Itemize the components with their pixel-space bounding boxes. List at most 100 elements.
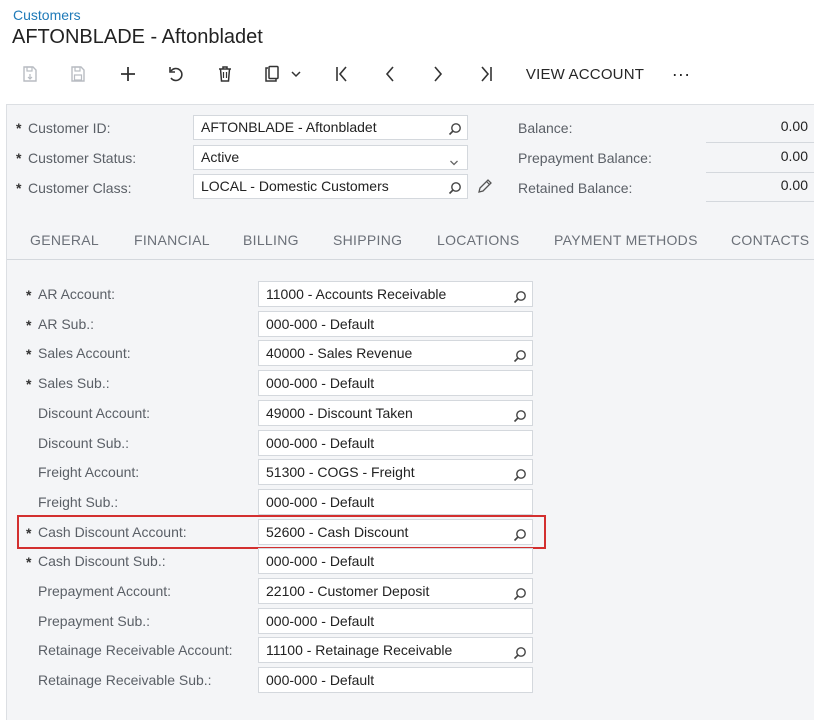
search-icon[interactable] [448,120,462,139]
retainage-receivable-account-value: 11100 - Retainage Receivable [266,642,453,658]
toolbar: VIEW ACCOUNT ··· [12,58,802,90]
cash-discount-sub-value: 000-000 - Default [266,553,375,569]
first-record-button[interactable] [330,58,354,90]
required-marker: * [26,317,32,333]
discount-account-value: 49000 - Discount Taken [266,405,413,421]
search-icon[interactable] [513,465,527,484]
tab-shipping[interactable]: SHIPPING [333,232,402,248]
tab-billing[interactable]: BILLING [243,232,299,248]
prepayment-sub-label: Prepayment Sub.: [38,613,151,629]
required-marker: * [26,376,32,392]
plus-icon [121,67,135,81]
delete-button[interactable] [213,58,237,90]
required-marker: * [16,120,22,136]
discount-sub-label: Discount Sub.: [38,435,130,451]
edit-pencil-icon[interactable] [477,178,493,199]
required-marker: * [26,346,32,362]
undo-icon [169,67,183,82]
sales-account-field[interactable]: 40000 - Sales Revenue [258,340,533,366]
chevron-right-icon [434,66,443,82]
search-icon[interactable] [513,287,527,306]
save-close-button[interactable] [18,58,42,90]
save-button[interactable] [66,58,90,90]
undo-button[interactable] [164,58,188,90]
prepayment-sub-field[interactable]: 000-000 - Default [258,608,533,634]
retained-balance-label: Retained Balance: [518,180,633,196]
more-button[interactable]: ··· [668,58,694,90]
ar-sub-value: 000-000 - Default [266,316,375,332]
freight-account-label: Freight Account: [38,464,140,480]
cash-discount-account-field[interactable]: 52600 - Cash Discount [258,519,533,545]
required-marker: * [16,180,22,196]
save-close-icon [23,66,37,82]
previous-record-button[interactable] [378,58,402,90]
ar-account-field[interactable]: 11000 - Accounts Receivable [258,281,533,307]
freight-sub-field[interactable]: 000-000 - Default [258,489,533,515]
tab-general[interactable]: GENERAL [30,232,99,248]
page-title: AFTONBLADE - Aftonbladet [12,26,263,48]
tab-locations[interactable]: LOCATIONS [437,232,520,248]
search-icon[interactable] [513,525,527,544]
clipboard-button[interactable] [260,58,284,90]
tab-financial[interactable]: FINANCIAL [134,232,210,248]
required-marker: * [16,150,22,166]
customer-status-select[interactable]: Active [193,145,468,170]
prepayment-balance-value: 0.00 [706,145,814,173]
last-record-button[interactable] [474,58,498,90]
trash-icon [219,66,231,82]
prepayment-account-field[interactable]: 22100 - Customer Deposit [258,578,533,604]
ar-account-value: 11000 - Accounts Receivable [266,286,447,302]
cash-discount-sub-field[interactable]: 000-000 - Default [258,548,533,574]
retainage-receivable-account-field[interactable]: 11100 - Retainage Receivable [258,637,533,663]
last-icon [481,66,492,82]
sales-sub-field[interactable]: 000-000 - Default [258,370,533,396]
search-icon[interactable] [448,179,462,198]
retained-balance-value: 0.00 [706,174,814,202]
customer-id-field[interactable]: AFTONBLADE - Aftonbladet [193,115,468,140]
customer-class-field[interactable]: LOCAL - Domestic Customers [193,174,468,199]
discount-account-label: Discount Account: [38,405,151,421]
retainage-receivable-sub-label: Retainage Receivable Sub.: [38,672,212,688]
tab-contacts[interactable]: CONTACTS [731,232,809,248]
balance-value: 0.00 [706,115,814,143]
prepayment-balance-label: Prepayment Balance: [518,150,652,166]
required-marker: * [26,287,32,303]
retainage-receivable-sub-value: 000-000 - Default [266,672,375,688]
add-button[interactable] [116,58,140,90]
freight-sub-value: 000-000 - Default [266,494,375,510]
ar-sub-field[interactable]: 000-000 - Default [258,311,533,337]
view-account-button[interactable]: VIEW ACCOUNT [524,58,646,90]
chevron-down-icon[interactable] [449,152,459,169]
sales-sub-label: Sales Sub.: [38,375,110,391]
next-record-button[interactable] [426,58,450,90]
customer-id-value: AFTONBLADE - Aftonbladet [201,119,377,135]
balance-label: Balance: [518,120,573,136]
cash-discount-account-value: 52600 - Cash Discount [266,524,409,540]
required-marker: * [26,525,32,541]
search-icon[interactable] [513,406,527,425]
ar-sub-label: AR Sub.: [38,316,95,332]
freight-account-field[interactable]: 51300 - COGS - Freight [258,459,533,485]
discount-account-field[interactable]: 49000 - Discount Taken [258,400,533,426]
cash-discount-account-label: Cash Discount Account: [38,524,187,540]
customer-id-label: Customer ID: [28,120,111,136]
sales-account-label: Sales Account: [38,345,131,361]
retainage-receivable-sub-field[interactable]: 000-000 - Default [258,667,533,693]
sales-sub-value: 000-000 - Default [266,375,375,391]
save-icon [71,66,85,82]
tab-bar: GENERAL FINANCIAL BILLING SHIPPING LOCAT… [7,222,814,260]
breadcrumb[interactable]: Customers [13,7,81,23]
search-icon[interactable] [513,584,527,603]
search-icon[interactable] [513,346,527,365]
clipboard-dropdown[interactable] [288,58,304,90]
sales-account-value: 40000 - Sales Revenue [266,345,413,361]
retainage-receivable-account-label: Retainage Receivable Account: [38,642,233,658]
customer-class-label: Customer Class: [28,180,132,196]
tab-payment-methods[interactable]: PAYMENT METHODS [554,232,698,248]
search-icon[interactable] [513,643,527,662]
freight-sub-label: Freight Sub.: [38,494,119,510]
discount-sub-field[interactable]: 000-000 - Default [258,430,533,456]
prepayment-sub-value: 000-000 - Default [266,613,375,629]
prepayment-account-label: Prepayment Account: [38,583,172,599]
freight-account-value: 51300 - COGS - Freight [266,464,415,480]
